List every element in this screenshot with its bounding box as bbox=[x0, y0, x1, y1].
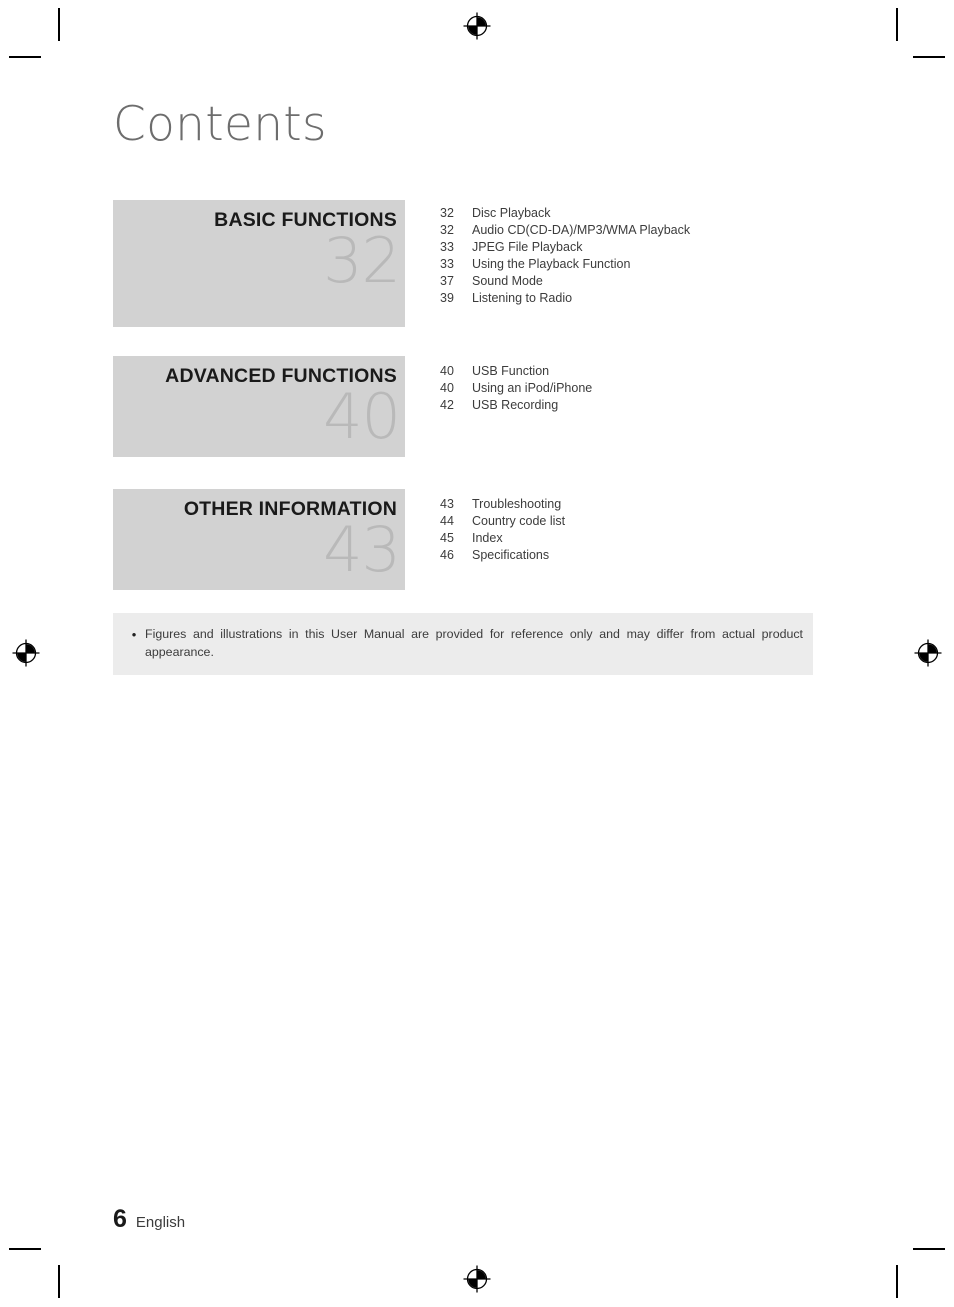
registration-mark-bottom-center bbox=[463, 1265, 491, 1293]
toc-entry[interactable]: 33 Using the Playback Function bbox=[440, 256, 860, 273]
bullet-icon: • bbox=[131, 627, 137, 642]
toc-section-block[interactable]: ADVANCED FUNCTIONS 40 bbox=[113, 356, 405, 457]
toc-entry-title: Country code list bbox=[472, 514, 566, 528]
crop-mark-bottom-left-vertical bbox=[58, 1265, 60, 1298]
toc-entry-page: 44 bbox=[440, 514, 454, 528]
toc-entry-title: Using the Playback Function bbox=[472, 257, 631, 271]
toc-section-start-page: 40 bbox=[323, 380, 401, 453]
toc-entry-page: 39 bbox=[440, 291, 454, 305]
toc-entry[interactable]: 40 Using an iPod/iPhone bbox=[440, 380, 860, 397]
table-of-contents: BASIC FUNCTIONS 32 32 Disc Playback 32 Audio … bbox=[0, 200, 954, 600]
toc-entry[interactable]: 40 USB Function bbox=[440, 363, 860, 380]
toc-entry-title: Listening to Radio bbox=[472, 291, 573, 305]
toc-entry-page: 33 bbox=[440, 240, 454, 254]
registration-mark-left-middle bbox=[12, 639, 40, 667]
toc-entry-list: 43 Troubleshooting 44 Country code list 45 In… bbox=[440, 496, 860, 564]
crop-mark-top-right-vertical bbox=[896, 8, 898, 41]
crop-mark-top-left-vertical bbox=[58, 8, 60, 41]
footer-page-number: 6 bbox=[113, 1205, 127, 1233]
toc-section-start-page: 32 bbox=[323, 224, 401, 297]
toc-entry-title: Disc Playback bbox=[472, 206, 551, 220]
note-row: • Figures and illustrations in this User… bbox=[123, 625, 803, 661]
toc-entry-title: JPEG File Playback bbox=[472, 240, 583, 254]
toc-entry-title: Index bbox=[472, 531, 503, 545]
toc-entry-title: Sound Mode bbox=[472, 274, 543, 288]
toc-entry-list: 40 USB Function 40 Using an iPod/iPhone 42 US… bbox=[440, 363, 860, 414]
page-footer: 6 English bbox=[113, 1205, 185, 1237]
toc-entry[interactable]: 33 JPEG File Playback bbox=[440, 239, 860, 256]
toc-entry-title: Specifications bbox=[472, 548, 550, 562]
toc-entry-page: 40 bbox=[440, 381, 454, 395]
toc-entry-page: 43 bbox=[440, 497, 454, 511]
registration-mark-right-middle bbox=[914, 639, 942, 667]
toc-entry[interactable]: 45 Index bbox=[440, 530, 860, 547]
toc-section-block[interactable]: OTHER INFORMATION 43 bbox=[113, 489, 405, 590]
crop-mark-bottom-right-horizontal bbox=[913, 1248, 945, 1250]
toc-entry[interactable]: 32 Audio CD(CD-DA)/MP3/WMA Playback bbox=[440, 222, 860, 239]
toc-entry[interactable]: 37 Sound Mode bbox=[440, 273, 860, 290]
toc-entry-page: 46 bbox=[440, 548, 454, 562]
toc-entry[interactable]: 42 USB Recording bbox=[440, 397, 860, 414]
registration-mark-top-center bbox=[463, 12, 491, 40]
page-title: Contents bbox=[113, 97, 327, 152]
toc-entry-page: 33 bbox=[440, 257, 454, 271]
toc-entry-title: Troubleshooting bbox=[472, 497, 562, 511]
toc-section-start-page: 43 bbox=[323, 513, 401, 586]
toc-entry-page: 37 bbox=[440, 274, 454, 288]
toc-entry-page: 40 bbox=[440, 364, 454, 378]
toc-entry-title: USB Function bbox=[472, 364, 550, 378]
crop-mark-top-left-horizontal bbox=[9, 56, 41, 58]
toc-entry[interactable]: 39 Listening to Radio bbox=[440, 290, 860, 307]
toc-entry-title: Audio CD(CD-DA)/MP3/WMA Playback bbox=[472, 223, 691, 237]
toc-entry-page: 45 bbox=[440, 531, 454, 545]
toc-entry-page: 32 bbox=[440, 206, 454, 220]
toc-entry[interactable]: 43 Troubleshooting bbox=[440, 496, 860, 513]
crop-mark-bottom-left-horizontal bbox=[9, 1248, 41, 1250]
crop-mark-top-right-horizontal bbox=[913, 56, 945, 58]
footer-language: English bbox=[135, 1214, 186, 1231]
crop-mark-bottom-right-vertical bbox=[896, 1265, 898, 1298]
note-text: Figures and illustrations in this User M… bbox=[145, 627, 803, 659]
toc-entry[interactable]: 44 Country code list bbox=[440, 513, 860, 530]
toc-entry[interactable]: 46 Specifications bbox=[440, 547, 860, 564]
toc-section-block[interactable]: BASIC FUNCTIONS 32 bbox=[113, 200, 405, 327]
toc-entry[interactable]: 32 Disc Playback bbox=[440, 205, 860, 222]
note-box: • Figures and illustrations in this User… bbox=[113, 613, 813, 675]
toc-entry-page: 42 bbox=[440, 398, 454, 412]
toc-entry-page: 32 bbox=[440, 223, 454, 237]
toc-entry-list: 32 Disc Playback 32 Audio CD(CD-DA)/MP3/WMA… bbox=[440, 205, 860, 307]
toc-entry-title: USB Recording bbox=[472, 398, 559, 412]
toc-entry-title: Using an iPod/iPhone bbox=[472, 381, 593, 395]
